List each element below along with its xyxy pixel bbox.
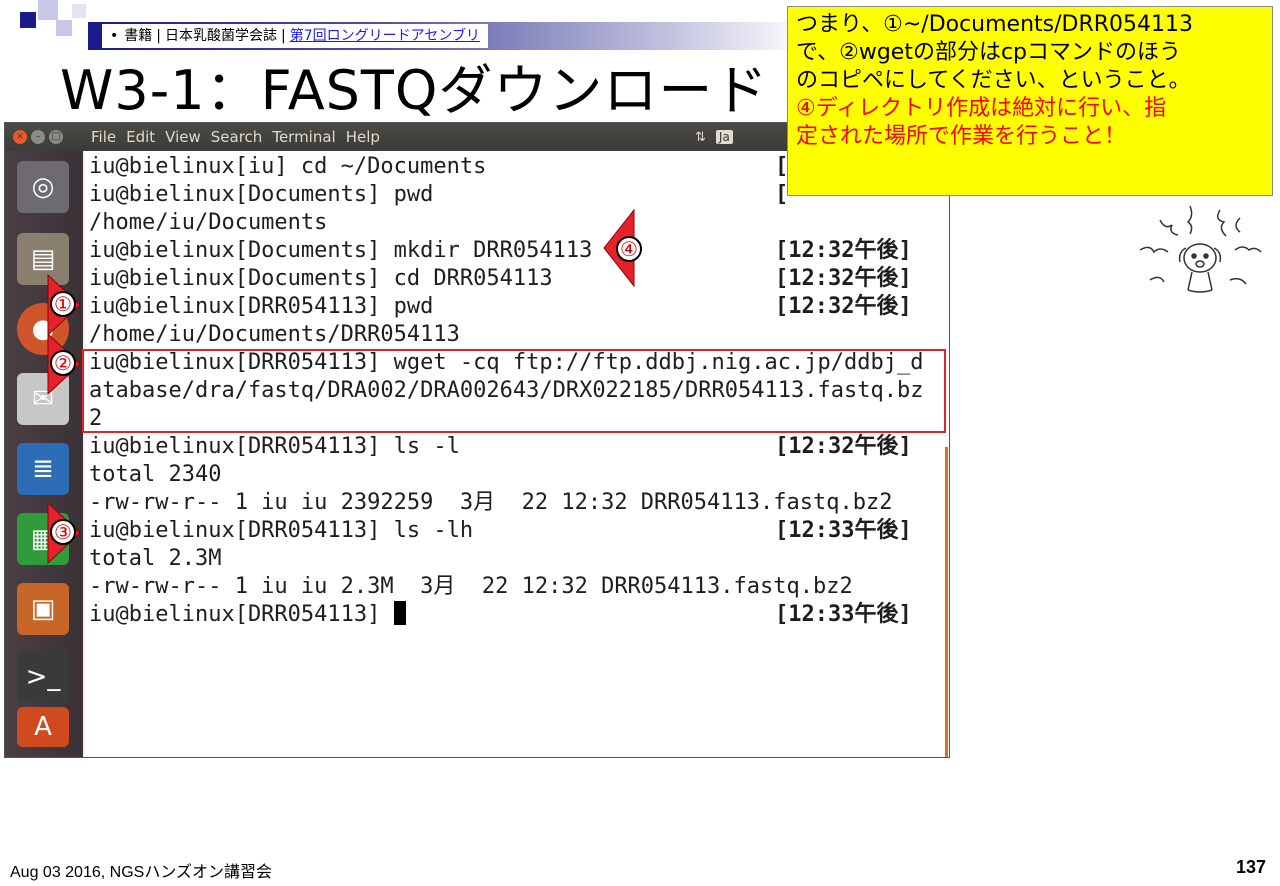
- terminal-cursor: [393, 601, 406, 625]
- marker-number: ③: [50, 519, 76, 545]
- terminal-line: /home/iu/Documents: [89, 210, 328, 235]
- marker-number: ④: [616, 236, 642, 262]
- marker-number: ①: [50, 291, 76, 317]
- marker-3: ③: [44, 493, 84, 573]
- terminal-line: iu@bielinux[Documents] mkdir DRR054113: [89, 238, 593, 263]
- callout-line: で、②wgetの部分はcpコマンドのほう: [796, 40, 1182, 65]
- terminal-margin-line: [945, 447, 948, 757]
- terminal-line: -rw-rw-r-- 1 iu iu 2.3M 3月 22 12:32 DRR0…: [89, 574, 853, 599]
- highlight-box-wget: [82, 349, 946, 433]
- menu-file[interactable]: File: [91, 123, 116, 151]
- breadcrumb: • 書籍 | 日本乳酸菌学会誌 | 第7回ロングリードアセンブリ: [102, 24, 488, 48]
- timestamp: [12:33午後]: [775, 518, 912, 543]
- header-decoration: [56, 20, 72, 36]
- marker-2: ②: [44, 324, 84, 404]
- surprised-dog-doodle-icon: [1139, 205, 1262, 293]
- writer-icon[interactable]: ≣: [17, 443, 69, 495]
- terminal-line: iu@bielinux[DRR054113] ls -l: [89, 434, 460, 459]
- network-icon[interactable]: ⇅: [695, 130, 706, 145]
- callout-line: のコピペにしてください、ということ。: [796, 68, 1191, 93]
- header-decoration: [38, 0, 58, 20]
- terminal-line: iu@bielinux[iu] cd ~/Documents: [89, 154, 487, 179]
- maximize-icon[interactable]: □: [49, 130, 63, 144]
- breadcrumb-separator: |: [280, 28, 286, 44]
- callout-line-warning: 定された場所で作業を行うこと！: [796, 124, 1127, 149]
- terminal-line: iu@bielinux[Documents] pwd: [89, 182, 434, 207]
- terminal-icon[interactable]: >_: [17, 651, 69, 703]
- terminal-content[interactable]: iu@bielinux[iu] cd ~/Documents iu@bielin…: [85, 151, 949, 757]
- callout-note: つまり、①~/Documents/DRR054113 で、②wgetの部分はcp…: [787, 6, 1273, 196]
- timestamp: [12:32午後]: [775, 434, 912, 459]
- footer-text: Aug 03 2016, NGSハンズオン講習会: [10, 864, 272, 881]
- close-icon[interactable]: ×: [13, 130, 27, 144]
- menu-edit[interactable]: Edit: [126, 123, 155, 151]
- breadcrumb-bullet: •: [110, 28, 119, 44]
- menu-help[interactable]: Help: [346, 123, 380, 151]
- impress-icon[interactable]: ▣: [17, 583, 69, 635]
- breadcrumb-separator: |: [156, 28, 161, 44]
- timestamp: [12:32午後]: [775, 294, 912, 319]
- terminal-window[interactable]: × – □ File Edit View Search Terminal Hel…: [4, 122, 950, 758]
- page-number: 137: [1235, 857, 1266, 877]
- menu-terminal[interactable]: Terminal: [272, 123, 335, 151]
- terminal-line: /home/iu/Documents/DRR054113: [89, 322, 460, 347]
- breadcrumb-item-books: 書籍: [124, 28, 153, 44]
- timestamp: [12:33午後]: [775, 602, 912, 627]
- timestamp: [12:32午後]: [775, 238, 912, 263]
- callout-line: つまり、①~/Documents/DRR054113: [796, 12, 1194, 37]
- marker-number: ②: [50, 350, 76, 376]
- dash-icon[interactable]: ◎: [17, 161, 69, 213]
- system-tray: ⇅ Ja: [695, 123, 733, 151]
- terminal-line: iu@bielinux[Documents] cd DRR054113: [89, 266, 553, 291]
- menu-view[interactable]: View: [165, 123, 201, 151]
- terminal-prompt[interactable]: iu@bielinux[DRR054113]: [89, 601, 406, 629]
- minimize-icon[interactable]: –: [31, 130, 45, 144]
- marker-4: ④: [600, 206, 648, 290]
- breadcrumb-item-journal: 日本乳酸菌学会誌: [164, 28, 277, 44]
- software-center-icon[interactable]: A: [17, 707, 69, 747]
- header-decoration: [20, 12, 36, 28]
- terminal-line: iu@bielinux[DRR054113]: [89, 602, 394, 627]
- timestamp: [12:32午後]: [775, 266, 912, 291]
- terminal-line: iu@bielinux[DRR054113] pwd: [89, 294, 434, 319]
- input-method-indicator[interactable]: Ja: [715, 130, 733, 144]
- breadcrumb-link-assembly[interactable]: 第7回ロングリードアセンブリ: [290, 28, 480, 44]
- terminal-line: total 2340: [89, 462, 222, 487]
- launcher-sidebar: ◎ ▤ ● ✉ ≣ ▦ ▣ >_ A: [5, 151, 83, 757]
- callout-line-warning: ④ディレクトリ作成は絶対に行い、指: [796, 96, 1167, 121]
- header-decoration: [72, 4, 86, 18]
- terminal-line: iu@bielinux[DRR054113] ls -lh: [89, 518, 474, 543]
- page-title: W3-1：FASTQダウンロード: [60, 59, 769, 122]
- terminal-line: -rw-rw-r-- 1 iu iu 2392259 3月 22 12:32 D…: [89, 490, 893, 515]
- menu-search[interactable]: Search: [211, 123, 263, 151]
- terminal-line: total 2.3M: [89, 546, 222, 571]
- menu-bar: File Edit View Search Terminal Help: [91, 123, 380, 151]
